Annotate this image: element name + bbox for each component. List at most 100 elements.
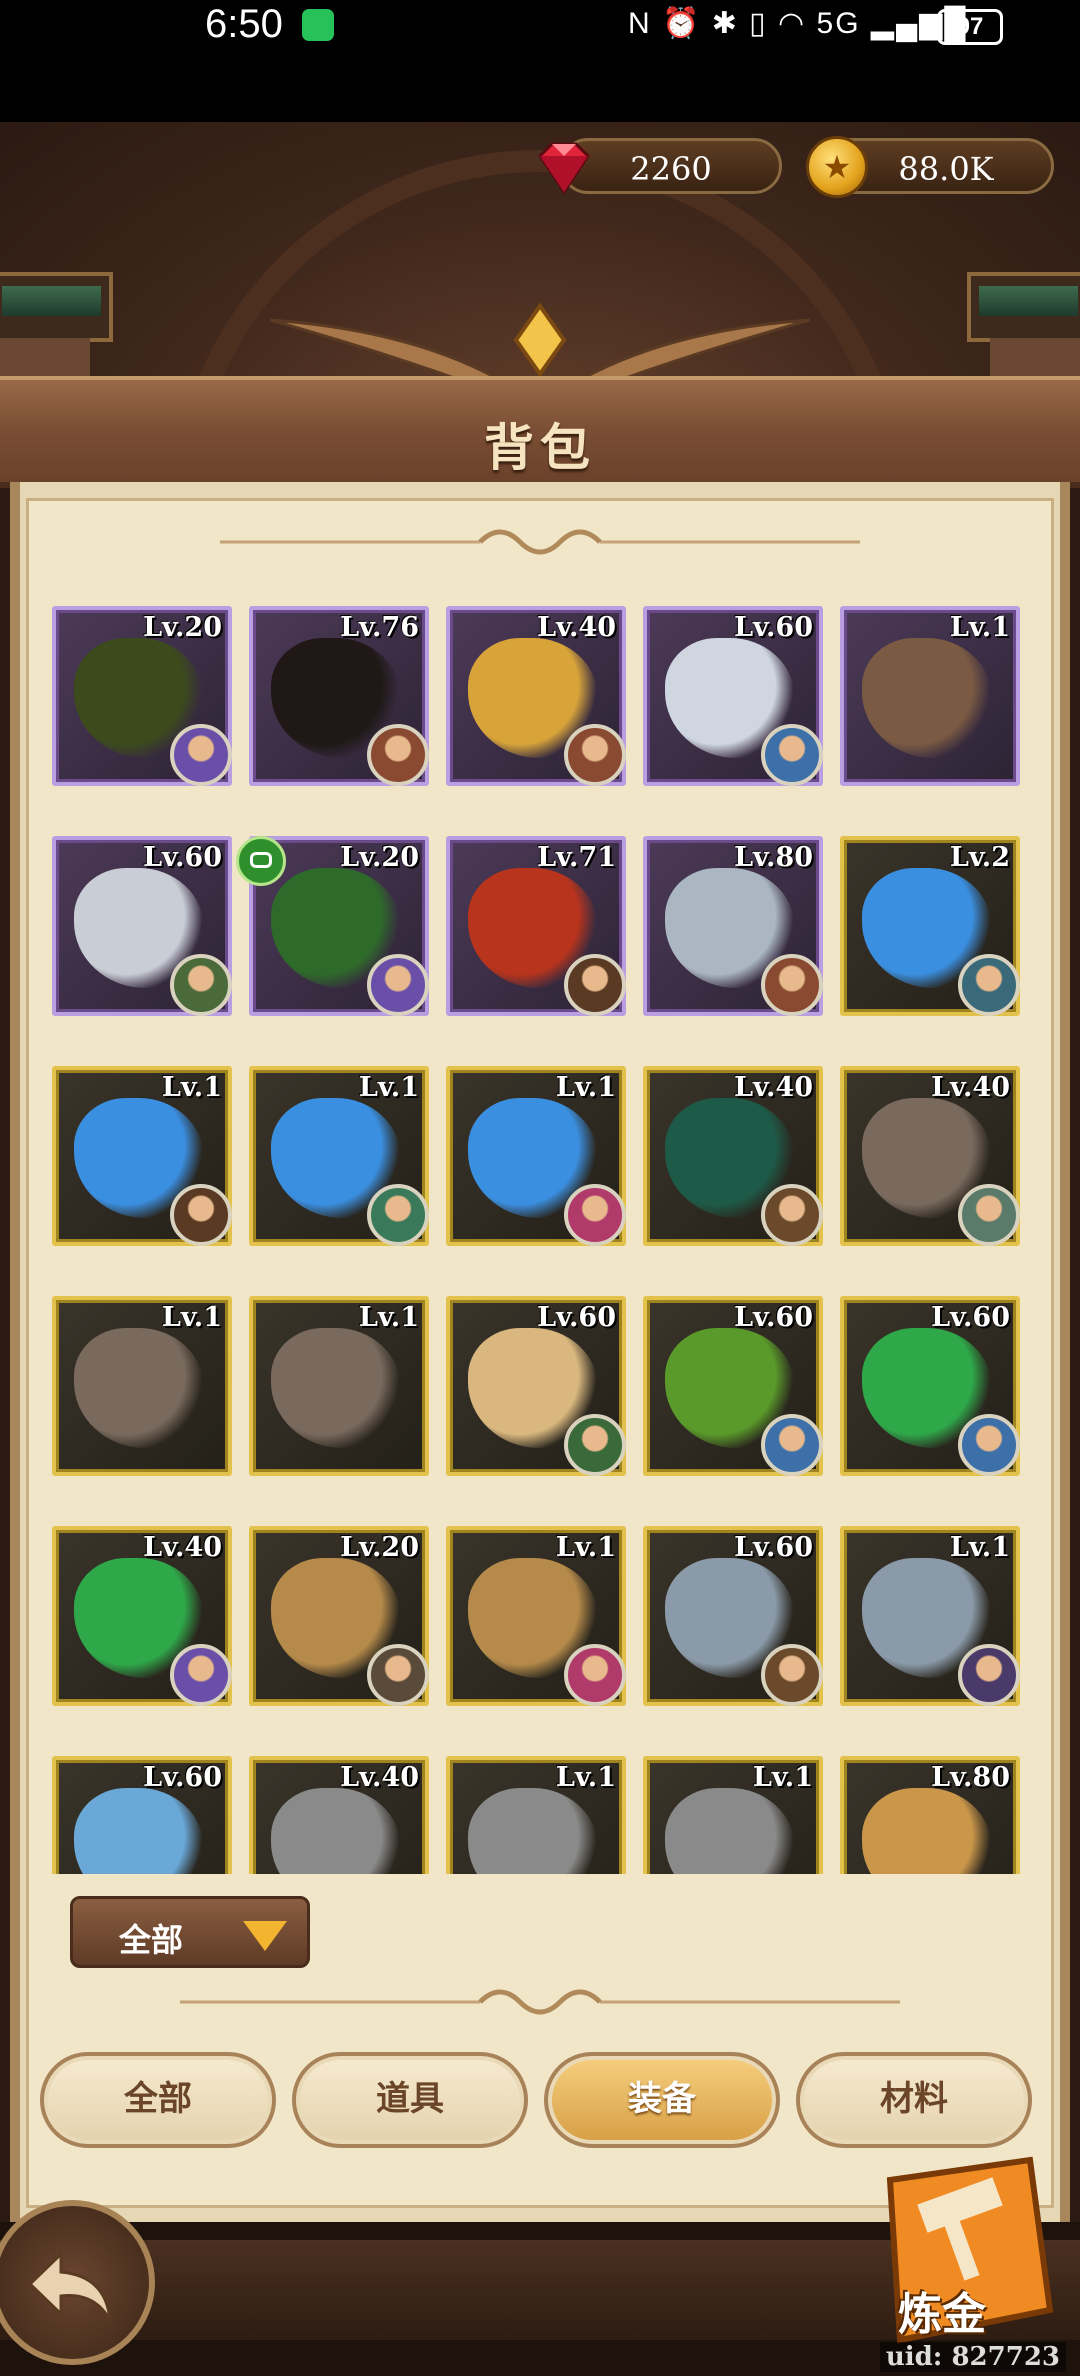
inventory-slot[interactable]: Lv.1 [446, 1526, 626, 1706]
leather-armor-icon [862, 638, 992, 758]
iron-helm-icon [665, 1788, 795, 1874]
item-level: Lv.40 [537, 612, 616, 643]
status-time: 6:50 [205, 2, 283, 46]
item-level: Lv.1 [161, 1302, 222, 1333]
inventory-slot[interactable]: Lv.1 [52, 1066, 232, 1246]
item-level: Lv.60 [734, 1532, 813, 1563]
item-level: Lv.76 [340, 612, 419, 643]
page-title: 背包 [484, 420, 596, 476]
top-black-band [0, 52, 1080, 122]
item-level: Lv.1 [949, 612, 1010, 643]
inventory-slot[interactable]: Lv.40 [446, 606, 626, 786]
hero-avatar-icon [170, 724, 232, 786]
tab-equipment[interactable]: 装备 [544, 2052, 780, 2148]
iron-helm-icon [271, 1788, 401, 1874]
item-level: Lv.1 [555, 1532, 616, 1563]
ruby-gem-icon [538, 142, 590, 195]
inventory-slot[interactable]: Lv.80 [643, 836, 823, 1016]
item-level: Lv.1 [752, 1762, 813, 1793]
hero-avatar-icon [564, 954, 626, 1016]
inventory-slot[interactable]: Lv.60 [52, 1756, 232, 1874]
inventory-slot[interactable]: Lv.40 [643, 1066, 823, 1246]
status-bar: 6:50 N ⏰ ✱ ▯ ◠ 5G ▂▄▆█ 97 [0, 0, 1080, 52]
inventory-slot[interactable]: Lv.60 [52, 836, 232, 1016]
item-level: Lv.40 [734, 1072, 813, 1103]
hero-avatar-icon [761, 954, 823, 1016]
inventory-slot[interactable]: Lv.60 [446, 1296, 626, 1476]
inventory-slot[interactable]: Lv.20 [249, 1526, 429, 1706]
hero-avatar-icon [761, 1644, 823, 1706]
inventory-slot[interactable]: Lv.76 [249, 606, 429, 786]
tab-all[interactable]: 全部 [40, 2052, 276, 2148]
tab-materials[interactable]: 材料 [796, 2052, 1032, 2148]
inventory-slot[interactable]: Lv.1 [52, 1296, 232, 1476]
item-level: Lv.40 [931, 1072, 1010, 1103]
tab-items-label: 道具 [376, 2080, 444, 2118]
stone-gauntlet-icon [271, 1328, 401, 1448]
inventory-slot[interactable]: Lv.40 [249, 1756, 429, 1874]
item-level: Lv.60 [537, 1302, 616, 1333]
hero-avatar-icon [958, 1184, 1020, 1246]
hero-avatar-icon [564, 1184, 626, 1246]
tab-equipment-label: 装备 [628, 2080, 696, 2118]
hero-avatar-icon [367, 1184, 429, 1246]
inventory-slot[interactable]: Lv.1 [249, 1296, 429, 1476]
item-level: Lv.71 [537, 842, 616, 873]
filter-label: 全部 [119, 1922, 184, 1958]
inventory-slot[interactable]: Lv.60 [643, 606, 823, 786]
ice-helm-icon [74, 1788, 204, 1874]
alchemy-label: 炼金 [898, 2290, 986, 2339]
back-arrow-icon [27, 2250, 112, 2321]
item-level: Lv.1 [358, 1302, 419, 1333]
user-id: uid: 827723 [879, 2342, 1066, 2372]
gem-amount: 2260 [630, 150, 712, 188]
item-level: Lv.1 [161, 1072, 222, 1103]
item-level: Lv.60 [143, 842, 222, 873]
tab-items[interactable]: 道具 [292, 2052, 528, 2148]
hero-avatar-icon [367, 724, 429, 786]
item-level: Lv.1 [949, 1532, 1010, 1563]
hero-avatar-icon [761, 1184, 823, 1246]
item-level: Lv.1 [555, 1762, 616, 1793]
inventory-slot[interactable]: Lv.40 [52, 1526, 232, 1706]
inventory-slot[interactable]: Lv.60 [840, 1296, 1020, 1476]
hero-avatar-icon [958, 1644, 1020, 1706]
item-level: Lv.2 [949, 842, 1010, 873]
inventory-slot[interactable]: Lv.71 [446, 836, 626, 1016]
item-level: Lv.60 [734, 612, 813, 643]
hero-avatar-icon [564, 1414, 626, 1476]
lock-badge-icon [236, 836, 286, 886]
inventory-slot[interactable]: Lv.2 [840, 836, 1020, 1016]
tab-all-label: 全部 [124, 2080, 192, 2118]
item-level: Lv.40 [143, 1532, 222, 1563]
battery-icon: 97 [937, 9, 1003, 45]
iron-helm-icon [468, 1788, 598, 1874]
inventory-slot[interactable]: Lv.1 [840, 606, 1020, 786]
item-level: Lv.60 [734, 1302, 813, 1333]
item-level: Lv.20 [340, 1532, 419, 1563]
inventory-slot[interactable]: Lv.1 [643, 1756, 823, 1874]
filter-dropdown[interactable]: 全部 [70, 1896, 310, 1968]
item-level: Lv.20 [143, 612, 222, 643]
inventory-slot[interactable]: Lv.20 [52, 606, 232, 786]
inventory-slot[interactable]: Lv.60 [643, 1296, 823, 1476]
gold-amount: 88.0K [898, 150, 994, 188]
inventory-slot[interactable]: Lv.1 [249, 1066, 429, 1246]
inventory-slot[interactable]: Lv.40 [840, 1066, 1020, 1246]
tab-materials-label: 材料 [880, 2080, 948, 2118]
inventory-slot[interactable]: Lv.80 [840, 1756, 1020, 1874]
inventory-slot[interactable]: Lv.1 [840, 1526, 1020, 1706]
item-grid[interactable]: Lv.20 Lv.76 Lv.40 Lv.60 Lv.1 Lv.60 Lv.20 Lv.71 L… [50, 604, 1030, 1874]
title-bar: 背包 [0, 376, 1080, 488]
hero-avatar-icon [367, 954, 429, 1016]
inventory-slot[interactable]: Lv.60 [643, 1526, 823, 1706]
inventory-slot[interactable]: Lv.1 [446, 1066, 626, 1246]
item-level: Lv.80 [734, 842, 813, 873]
inventory-slot[interactable]: Lv.1 [446, 1756, 626, 1874]
left-wall-banner [0, 272, 113, 342]
item-level: Lv.20 [340, 842, 419, 873]
item-level: Lv.40 [340, 1762, 419, 1793]
item-level: Lv.80 [931, 1762, 1010, 1793]
hero-avatar-icon [958, 954, 1020, 1016]
item-level: Lv.60 [143, 1762, 222, 1793]
